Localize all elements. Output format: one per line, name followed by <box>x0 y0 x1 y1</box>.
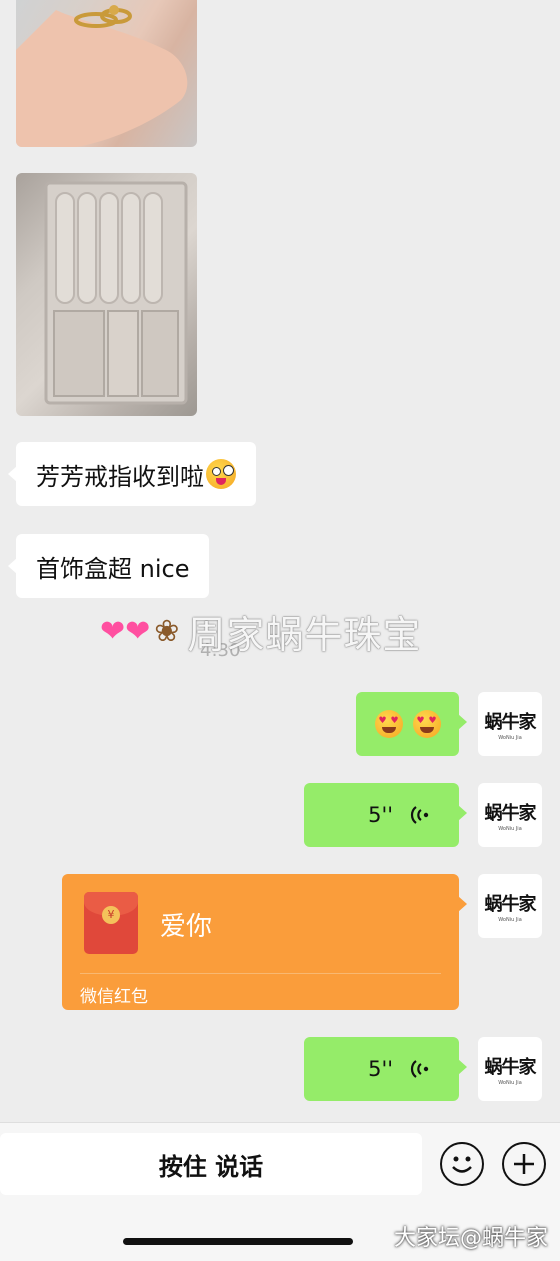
avatar[interactable]: 蜗牛家 WoNiu Jia <box>478 692 542 756</box>
heart-eyes-emoji-icon: ♥ ♥ <box>412 710 441 738</box>
red-packet-message[interactable]: ¥ 爱你 微信红包 <box>62 874 467 1010</box>
avatar-logo-sub: WoNiu Jia <box>498 734 522 741</box>
voice-duration: 5'' <box>368 1057 393 1081</box>
photo-message-hand[interactable] <box>16 0 197 147</box>
two-hearts-icon: ❤❤ <box>100 614 151 649</box>
photo-message-jewelry-box[interactable] <box>16 173 197 416</box>
heart-eyes-emoji-icon: ♥ ♥ <box>374 710 403 738</box>
zany-face-emoji-icon <box>206 459 236 489</box>
avatar-logo-sub: WoNiu Jia <box>498 825 522 832</box>
avatar[interactable]: 蜗牛家 WoNiu Jia <box>478 783 542 847</box>
site-watermark: 大家坛@蜗牛家 <box>393 1226 548 1251</box>
voice-duration: 5'' <box>368 803 393 827</box>
red-packet-title: 爱你 <box>160 912 213 942</box>
more-plus-button[interactable] <box>502 1142 546 1186</box>
avatar-logo: 蜗牛家 <box>484 802 537 824</box>
snail-icon: ❀ <box>154 614 180 649</box>
message-text: 芳芳戒指收到啦 <box>36 462 204 491</box>
voice-message-bubble[interactable]: 5'' <box>304 783 467 847</box>
outgoing-message-bubble[interactable]: ♥ ♥ ♥ ♥ <box>356 692 467 756</box>
avatar-logo: 蜗牛家 <box>484 893 537 915</box>
divider <box>80 973 441 974</box>
red-packet-icon: ¥ <box>84 892 138 954</box>
voice-wave-icon <box>410 1060 429 1078</box>
hold-to-talk-button[interactable]: 按住 说话 <box>0 1133 422 1195</box>
red-packet-coin: ¥ <box>102 906 120 924</box>
avatar[interactable]: 蜗牛家 WoNiu Jia <box>478 874 542 938</box>
voice-message-bubble[interactable]: 5'' <box>304 1037 467 1101</box>
overlay-caption: ❤❤ ❀ 周家蜗牛珠宝 <box>100 604 421 659</box>
avatar[interactable]: 蜗牛家 WoNiu Jia <box>478 1037 542 1101</box>
smiley-icon <box>452 1156 472 1173</box>
message-text: 首饰盒超 nice <box>36 554 190 583</box>
home-indicator[interactable] <box>123 1238 353 1245</box>
overlay-title: 周家蜗牛珠宝 <box>187 613 422 657</box>
voice-wave-icon <box>410 806 429 824</box>
avatar-logo: 蜗牛家 <box>484 1056 537 1078</box>
emoji-button[interactable] <box>440 1142 484 1186</box>
incoming-message-bubble[interactable]: 首饰盒超 nice <box>7 534 210 598</box>
avatar-logo-sub: WoNiu Jia <box>498 1079 522 1086</box>
incoming-message-bubble[interactable]: 芳芳戒指收到啦 <box>8 442 256 506</box>
avatar-logo: 蜗牛家 <box>484 711 537 733</box>
plus-icon <box>514 1154 534 1174</box>
avatar-logo-sub: WoNiu Jia <box>498 916 522 923</box>
red-packet-label: 微信红包 <box>80 987 148 1007</box>
